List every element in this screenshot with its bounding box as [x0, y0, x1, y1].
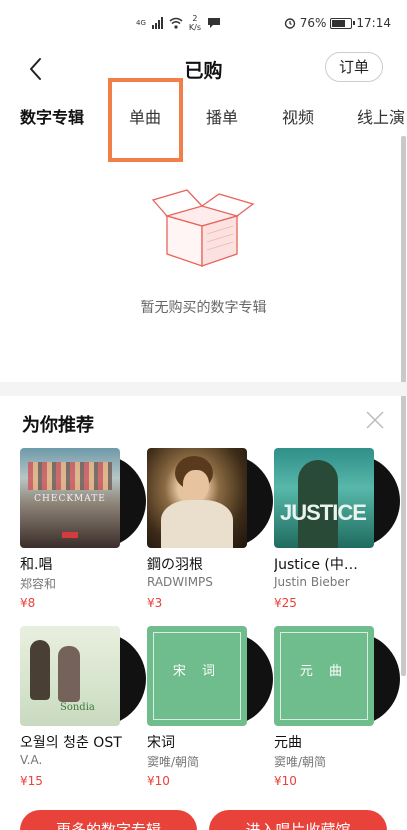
cover-text: Sondia: [60, 702, 95, 713]
album-name: Justice (中…: [274, 557, 358, 573]
album-artist: V.A.: [20, 753, 43, 767]
album-card[interactable]: JUSTICE Justice (中… Justin Bieber ¥25: [274, 448, 400, 618]
status-bar: 4G 2 K/s 76% 17:14: [0, 0, 407, 46]
album-cover: Sondia: [20, 626, 120, 726]
album-card[interactable]: 元 曲 元曲 窦唯/朝简 ¥10: [274, 626, 400, 796]
cover-text: JUSTICE: [280, 500, 367, 525]
speed-unit: K/s: [188, 23, 201, 32]
clock: 17:14: [356, 16, 391, 30]
signal-icon: [151, 17, 163, 29]
album-artist: 郑容和: [20, 577, 57, 591]
album-card[interactable]: 鋼の羽根 RADWIMPS ¥3: [147, 448, 273, 618]
status-right: 76% 17:14: [284, 16, 391, 30]
album-artist: Justin Bieber: [274, 575, 350, 589]
tab-label: 播单: [206, 108, 239, 127]
album-price: ¥3: [147, 596, 163, 610]
album-artist: RADWIMPS: [147, 575, 213, 589]
alarm-icon: [284, 18, 295, 29]
album-price: ¥10: [147, 774, 170, 788]
album-name: 元曲: [274, 735, 302, 751]
album-price: ¥15: [20, 774, 43, 788]
album-card[interactable]: Sondia 오월의 청춘 OST V.A. ¥15: [20, 626, 146, 796]
battery-percent: 76%: [299, 16, 327, 30]
tab-bar: 数字专辑 单曲 播单 视频 线上演: [0, 92, 407, 138]
tab-video[interactable]: 视频: [282, 104, 314, 128]
more-albums-button[interactable]: 更多的数字专辑: [20, 810, 197, 830]
album-card[interactable]: CHECKMATE 和.唱 郑容和 ¥8: [20, 448, 146, 618]
close-icon: [366, 411, 384, 429]
cover-text: 元 曲: [299, 664, 349, 679]
tab-online-show[interactable]: 线上演: [357, 104, 405, 128]
header: 已购 订单: [0, 46, 407, 92]
tab-single[interactable]: 单曲: [129, 104, 161, 128]
album-name: 鋼の羽根: [147, 557, 203, 573]
album-name: 오월의 청춘 OST: [20, 735, 122, 751]
album-name: 宋词: [147, 735, 175, 751]
speed-value: 2: [192, 14, 198, 23]
album-cover: 元 曲: [274, 626, 374, 726]
record-collection-button[interactable]: 进入唱片收藏馆: [209, 810, 387, 830]
wifi-icon: [169, 17, 183, 29]
section-divider: [0, 382, 407, 396]
album-card[interactable]: 宋 词 宋词 窦唯/朝简 ¥10: [147, 626, 273, 796]
album-price: ¥10: [274, 774, 297, 788]
album-cover: 宋 词: [147, 626, 247, 726]
network-speed: 2 K/s: [189, 14, 201, 32]
cover-text: 宋 词: [172, 664, 222, 679]
album-artist: 窦唯/朝简: [147, 755, 200, 769]
battery-icon: [330, 17, 356, 29]
album-price: ¥8: [20, 596, 36, 610]
album-name: 和.唱: [20, 557, 53, 573]
tab-label: 线上演: [357, 108, 406, 127]
tab-label: 单曲: [129, 108, 162, 127]
scrollbar[interactable]: [401, 136, 406, 676]
network-type: 4G: [136, 18, 146, 27]
tab-label: 数字专辑: [20, 108, 85, 127]
tab-label: 视频: [282, 108, 315, 127]
status-left: 4G 2 K/s: [136, 14, 221, 32]
network-indicator: 4G: [136, 18, 146, 27]
album-artist: 窦唯/朝简: [274, 755, 327, 769]
album-cover: [147, 448, 247, 548]
empty-message: 暂无购买的数字专辑: [140, 300, 267, 316]
album-price: ¥25: [274, 596, 297, 610]
close-recommend-button[interactable]: [365, 410, 385, 430]
album-cover: CHECKMATE: [20, 448, 120, 548]
tab-playlist[interactable]: 播单: [206, 104, 238, 128]
message-icon: [208, 18, 220, 28]
empty-box-icon: [151, 189, 255, 267]
recommend-title: 为你推荐: [22, 415, 94, 436]
tab-digital-album[interactable]: 数字专辑: [20, 104, 85, 128]
album-cover: JUSTICE: [274, 448, 374, 548]
order-button[interactable]: 订单: [325, 52, 383, 82]
cover-text: CHECKMATE: [34, 494, 106, 504]
